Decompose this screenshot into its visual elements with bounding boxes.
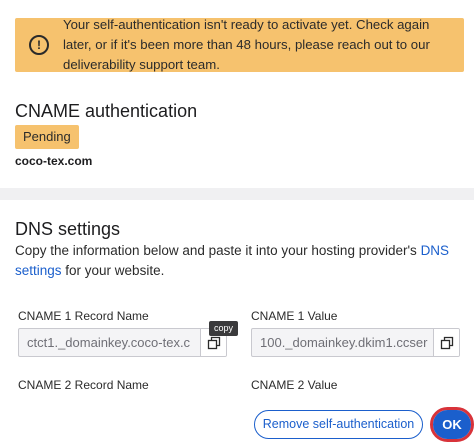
cname1-name-value[interactable]: ctct1._domainkey.coco-tex.c <box>19 329 200 356</box>
cname1-name-label: CNAME 1 Record Name <box>18 309 149 323</box>
cname1-value-value[interactable]: 100._domainkey.dkim1.ccser <box>252 329 433 356</box>
dns-title: DNS settings <box>15 219 121 239</box>
cname1-value-copy-button[interactable] <box>433 329 459 356</box>
status-badge: Pending <box>15 125 79 149</box>
desc-prefix: Copy the information below and paste it … <box>15 243 421 258</box>
remove-self-authentication-button[interactable]: Remove self-authentication <box>254 410 423 439</box>
copy-tooltip: copy <box>209 321 239 336</box>
warning-alert: ! Your self-authentication isn't ready t… <box>15 17 464 72</box>
domain-name: coco-tex.com <box>15 154 93 168</box>
cname-title: CNAME authentication <box>15 101 198 121</box>
section-divider <box>0 188 474 200</box>
alert-message: Your self-authentication isn't ready to … <box>63 17 430 72</box>
copy-icon <box>440 336 453 349</box>
ok-button[interactable]: OK <box>433 410 471 439</box>
cname1-value-field: 100._domainkey.dkim1.ccser <box>251 328 460 357</box>
dns-description: Copy the information below and paste it … <box>15 241 465 281</box>
warning-circle-icon: ! <box>29 35 49 55</box>
cname2-name-label: CNAME 2 Record Name <box>18 378 149 392</box>
desc-suffix: for your website. <box>61 263 165 278</box>
cname1-name-field: ctct1._domainkey.coco-tex.c <box>18 328 227 357</box>
cname1-value-label: CNAME 1 Value <box>251 309 338 323</box>
copy-icon <box>207 336 220 349</box>
cname2-value-label: CNAME 2 Value <box>251 378 338 392</box>
